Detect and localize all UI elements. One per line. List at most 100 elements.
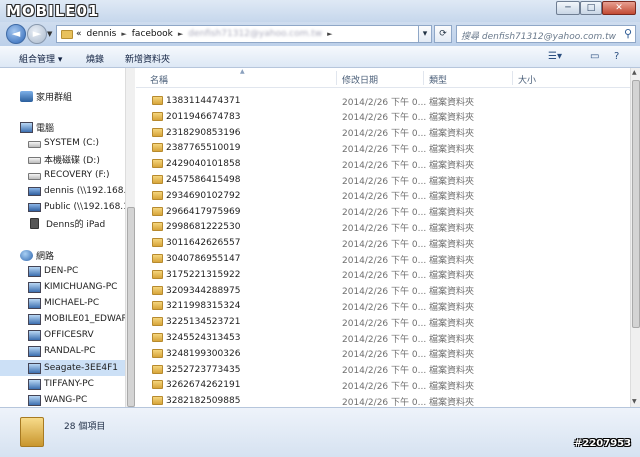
maximize-button[interactable]: □ [580,1,602,15]
file-name: 2387765510019 [166,143,241,154]
help-icon[interactable]: ? [614,51,619,62]
file-date: 2014/2/26 下午 0... [342,239,427,250]
table-row[interactable]: 3245524313453 2014/2/26 下午 0... 檔案資料夾 [136,330,630,346]
table-row[interactable]: 2934690102792 2014/2/26 下午 0... 檔案資料夾 [136,188,630,204]
breadcrumb-dennis[interactable]: dennis [87,29,117,39]
ipad-icon [30,217,39,229]
navigation-scrollbar-thumb[interactable] [127,207,135,407]
column-divider[interactable] [512,71,513,85]
search-input[interactable]: 搜尋 denfish71312@yahoo.com.tw ⚲ [456,25,636,43]
sidebar-item-tiffany-pc[interactable]: TIFFANY-PC [28,376,125,392]
column-header-row: ▲ 名稱 修改日期 類型 大小 [136,68,630,88]
back-arrow-icon[interactable]: ◄ [6,24,26,44]
table-row[interactable]: 2966417975969 2014/2/26 下午 0... 檔案資料夾 [136,204,630,220]
file-name: 1383114474371 [166,96,241,106]
table-row[interactable]: 2387765510019 2014/2/26 下午 0... 檔案資料夾 [136,140,630,156]
minimize-button[interactable]: ─ [556,1,580,15]
sidebar-item-ipad[interactable]: Denns的 iPad [30,215,105,231]
close-button[interactable]: ✕ [602,1,636,15]
file-list-scrollbar-thumb[interactable] [632,80,640,328]
network-drive-icon [28,186,41,196]
table-row[interactable]: 3248199300326 2014/2/26 下午 0... 檔案資料夾 [136,346,630,362]
refresh-icon[interactable]: ⟳ [434,25,452,43]
sidebar-item-dennis-share[interactable]: dennis (\\192.168.1. [28,183,125,199]
table-row[interactable]: 3262674262191 2014/2/26 下午 0... 檔案資料夾 [136,377,630,393]
file-name: 2998681222530 [166,222,241,233]
new-folder-button[interactable]: 新增資料夾 [125,52,170,65]
homegroup-item[interactable]: 家用群組 [20,88,72,104]
table-row[interactable]: 3282182509885 2014/2/26 下午 0... 檔案資料夾 [136,393,630,407]
file-type: 檔案資料夾 [429,97,475,108]
recent-pages-dropdown-icon[interactable]: ▼ [47,30,52,38]
details-pane: 28 個項目 [0,407,640,457]
view-options-icon[interactable]: ☰▾ [548,51,562,62]
file-type: 檔案資料夾 [429,381,475,392]
chevron-right-icon[interactable]: ► [327,30,332,38]
network-header[interactable]: 網路 [20,247,54,263]
table-row[interactable]: 2457586415498 2014/2/26 下午 0... 檔案資料夾 [136,172,630,188]
organize-button[interactable]: 組合管理 ▾ [19,52,62,65]
scroll-down-icon[interactable]: ▼ [632,398,637,405]
sidebar-item-label: Seagate-3EE4F1 [44,363,119,373]
table-row[interactable]: 2429040101858 2014/2/26 下午 0... 檔案資料夾 [136,156,630,172]
sidebar-item-local-d[interactable]: 本機磁碟 (D:) [28,151,100,167]
file-date: 2014/2/26 下午 0... [342,192,427,203]
forward-arrow-icon[interactable]: ► [27,24,47,44]
file-type: 檔案資料夾 [429,271,475,282]
table-row[interactable]: 2011946674783 2014/2/26 下午 0... 檔案資料夾 [136,109,630,125]
table-row[interactable]: 3175221315922 2014/2/26 下午 0... 檔案資料夾 [136,267,630,283]
file-name: 2966417975969 [166,206,241,217]
computer-icon [28,297,41,309]
sidebar-item-label: RANDAL-PC [44,346,96,356]
sidebar-item-public-share[interactable]: Public (\\192.168.1. [28,199,125,215]
sidebar-item-system-c[interactable]: SYSTEM (C:) [28,135,99,151]
item-count: 28 個項目 [64,422,106,432]
chevron-right-icon[interactable]: ► [178,30,183,38]
column-name[interactable]: 名稱 [150,73,168,86]
breadcrumb-account-folder[interactable]: denfish71312@yahoo.com.tw [188,29,322,39]
chevron-right-icon[interactable]: ► [121,30,126,38]
sidebar-item-kimichuang-pc[interactable]: KIMICHUANG-PC [28,279,125,295]
sidebar-item-label: MOBILE01_EDWAR [44,314,125,324]
sidebar-item-wang-pc[interactable]: WANG-PC [28,392,125,407]
file-name: 3248199300326 [166,348,241,359]
column-divider[interactable] [336,71,337,85]
table-row[interactable]: 3252723773435 2014/2/26 下午 0... 檔案資料夾 [136,362,630,378]
navigation-scrollbar[interactable] [125,68,135,407]
table-row[interactable]: 3011642626557 2014/2/26 下午 0... 檔案資料夾 [136,235,630,251]
sidebar-item-den-pc[interactable]: DEN-PC [28,263,125,279]
table-row[interactable]: 3225134523721 2014/2/26 下午 0... 檔案資料夾 [136,314,630,330]
column-type[interactable]: 類型 [429,73,447,86]
burn-button[interactable]: 燒錄 [86,52,104,65]
sidebar-item-officesrv[interactable]: OFFICESRV [28,327,125,343]
table-row[interactable]: 1383114474371 2014/2/26 下午 0... 檔案資料夾 [136,93,630,109]
column-divider[interactable] [423,71,424,85]
breadcrumb-facebook[interactable]: facebook [132,29,173,39]
search-icon[interactable]: ⚲ [624,27,632,40]
navigation-pane: 家用群組 電腦 SYSTEM (C:) 本機磁碟 (D:) RECOVERY (… [0,68,125,407]
sidebar-item-label: OFFICESRV [44,330,94,340]
table-row[interactable]: 3040786955147 2014/2/26 下午 0... 檔案資料夾 [136,251,630,267]
computer-label: 電腦 [36,123,55,134]
sidebar-item-seagate[interactable]: Seagate-3EE4F1 [0,360,125,376]
column-date[interactable]: 修改日期 [342,73,378,86]
sidebar-item-michael-pc[interactable]: MICHAEL-PC [28,295,125,311]
table-row[interactable]: 3209344288975 2014/2/26 下午 0... 檔案資料夾 [136,283,630,299]
sidebar-item-label: DEN-PC [44,266,79,276]
sidebar-item-randal-pc[interactable]: RANDAL-PC [28,343,125,359]
table-row[interactable]: 3211998315324 2014/2/26 下午 0... 檔案資料夾 [136,298,630,314]
breadcrumb-overflow[interactable]: « [76,29,82,39]
folder-icon [152,317,163,327]
table-row[interactable]: 2318290853196 2014/2/26 下午 0... 檔案資料夾 [136,125,630,141]
computer-header[interactable]: 電腦 [20,119,54,135]
table-row[interactable]: 2998681222530 2014/2/26 下午 0... 檔案資料夾 [136,219,630,235]
sidebar-item-recovery-f[interactable]: RECOVERY (F:) [28,167,110,183]
preview-pane-icon[interactable]: ▭ [590,51,599,62]
address-bar[interactable]: « dennis ► facebook ► denfish71312@yahoo… [56,25,431,43]
file-type: 檔案資料夾 [429,318,475,329]
file-list-scrollbar[interactable]: ▲ ▼ [630,68,640,407]
address-dropdown-icon[interactable]: ▾ [418,25,432,43]
scroll-up-icon[interactable]: ▲ [632,69,637,76]
sidebar-item-mobile01-edwar[interactable]: MOBILE01_EDWAR [28,311,125,327]
column-size[interactable]: 大小 [518,73,536,86]
